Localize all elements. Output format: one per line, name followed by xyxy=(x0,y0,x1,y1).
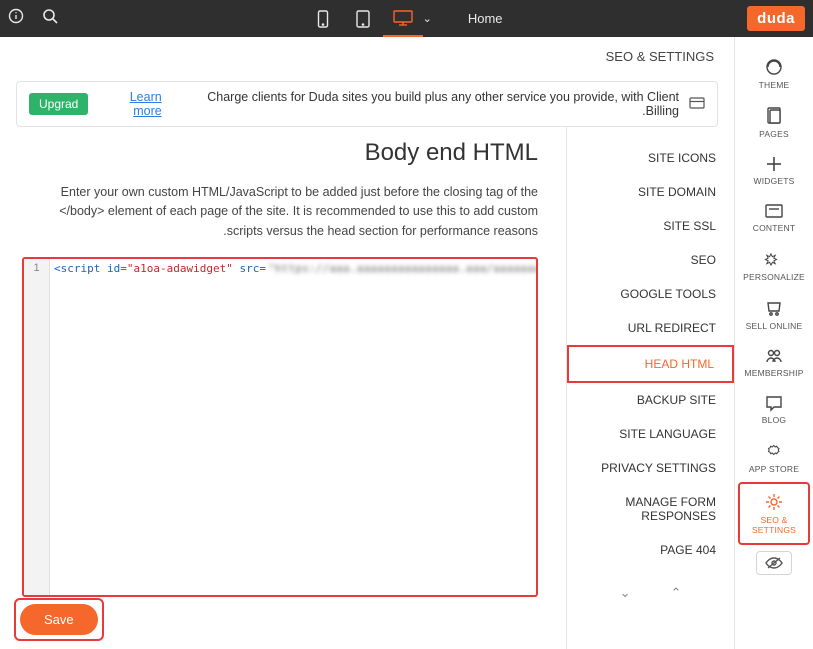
menu-404-page[interactable]: 404 PAGE xyxy=(567,533,734,567)
rail-label: PAGES xyxy=(759,129,789,139)
rail-content[interactable]: CONTENT xyxy=(738,194,810,241)
rail-label: MEMBERSHIP xyxy=(744,368,803,378)
search-icon[interactable] xyxy=(42,8,58,29)
menu-manage-form-responses[interactable]: MANAGE FORM RESPONSES xyxy=(567,485,734,533)
topbar-center: Home ⌄ xyxy=(58,0,747,37)
banner-wrap: Charge clients for Duda sites you build … xyxy=(0,75,734,127)
banner-text: Charge clients for Duda sites you build … xyxy=(172,90,679,118)
rail-app-store[interactable]: APP STORE xyxy=(738,433,810,482)
rail-label: SELL ONLINE xyxy=(746,321,803,331)
menu-site-domain[interactable]: SITE DOMAIN xyxy=(567,175,734,209)
main: SEO & SETTINGS Charge clients for Duda s… xyxy=(0,37,734,649)
rail-theme[interactable]: THEME xyxy=(738,49,810,98)
upsell-banner: Charge clients for Duda sites you build … xyxy=(16,81,718,127)
rail-label: BLOG xyxy=(762,415,786,425)
chevron-down-icon[interactable]: ⌄ xyxy=(620,585,631,601)
rail-label: THEME xyxy=(759,80,790,90)
chevron-up-icon[interactable]: ⌃ xyxy=(671,585,682,601)
breadcrumb-text: SEO & SETTINGS xyxy=(606,49,714,64)
code-blurred-url: "https://aaa.aaaaaaaaaaaaaaa.aaa/aaaaaaa… xyxy=(268,262,538,275)
page-dropdown-label[interactable]: Home xyxy=(468,11,503,26)
code-line: <script id="a1oa-adawidget" src="https:/… xyxy=(54,262,538,275)
menu-site-language[interactable]: SITE LANGUAGE xyxy=(567,417,734,451)
topbar: duda Home ⌄ xyxy=(0,0,813,37)
settings-submenu: SITE ICONS SITE DOMAIN SITE SSL SEO GOOG… xyxy=(566,127,734,649)
rail-label: SEO & SETTINGS xyxy=(740,515,808,535)
info-icon[interactable] xyxy=(8,8,24,29)
rail-sell-online[interactable]: SELL ONLINE xyxy=(738,290,810,339)
code-editor[interactable]: 1 <script id="a1oa-adawidget" src="https… xyxy=(22,257,538,597)
save-button-highlight: Save xyxy=(14,598,104,641)
page-description: Enter your own custom HTML/JavaScript to… xyxy=(22,183,538,241)
columns: SITE ICONS SITE DOMAIN SITE SSL SEO GOOG… xyxy=(0,127,734,649)
menu-head-html[interactable]: HEAD HTML xyxy=(567,345,734,383)
logo: duda xyxy=(747,6,805,31)
menu-seo[interactable]: SEO xyxy=(567,243,734,277)
rail-membership[interactable]: MEMBERSHIP xyxy=(738,339,810,386)
menu-site-ssl[interactable]: SITE SSL xyxy=(567,209,734,243)
device-switcher xyxy=(303,0,423,37)
menu-url-redirect[interactable]: URL REDIRECT xyxy=(567,311,734,345)
breadcrumb: SEO & SETTINGS xyxy=(0,37,734,75)
rail-seo-settings[interactable]: SEO & SETTINGS xyxy=(738,482,810,545)
rail-label: APP STORE xyxy=(749,464,799,474)
upgrade-button[interactable]: Upgrad xyxy=(29,93,88,115)
menu-privacy-settings[interactable]: PRIVACY SETTINGS xyxy=(567,451,734,485)
topbar-right xyxy=(8,8,58,29)
preview-toggle[interactable] xyxy=(756,551,792,575)
code-token-attr: src= xyxy=(233,262,266,275)
page-title: Body end HTML xyxy=(22,139,538,167)
menu-google-tools[interactable]: GOOGLE TOOLS xyxy=(567,277,734,311)
line-number: 1 xyxy=(24,262,49,274)
mobile-device-button[interactable] xyxy=(303,0,343,37)
rail-personalize[interactable]: PERSONALIZE xyxy=(738,241,810,290)
rail-label: CONTENT xyxy=(753,223,795,233)
tablet-device-button[interactable] xyxy=(343,0,383,37)
rail-widgets[interactable]: WIDGETS xyxy=(738,147,810,194)
desktop-device-button[interactable] xyxy=(383,0,423,37)
code-token-tag: <script id= xyxy=(54,262,127,275)
save-button[interactable]: Save xyxy=(20,604,98,635)
content-pane: Body end HTML Enter your own custom HTML… xyxy=(0,127,566,649)
code-token-value: "a1oa-adawidget" xyxy=(127,262,233,275)
learn-more-link[interactable]: Learn more xyxy=(98,90,161,118)
rail-label: PERSONALIZE xyxy=(743,272,805,282)
rail-pages[interactable]: PAGES xyxy=(738,98,810,147)
menu-backup-site[interactable]: BACKUP SITE xyxy=(567,383,734,417)
code-gutter: 1 xyxy=(24,259,50,595)
right-rail: THEME PAGES WIDGETS CONTENT PERSONALIZE … xyxy=(734,37,813,649)
rail-blog[interactable]: BLOG xyxy=(738,386,810,433)
chevron-down-icon[interactable]: ⌄ xyxy=(423,12,432,25)
rail-label: WIDGETS xyxy=(753,176,794,186)
menu-scroll-arrows: ⌃ ⌄ xyxy=(567,585,734,601)
menu-site-icons[interactable]: SITE ICONS xyxy=(567,141,734,175)
billing-icon xyxy=(689,96,705,113)
